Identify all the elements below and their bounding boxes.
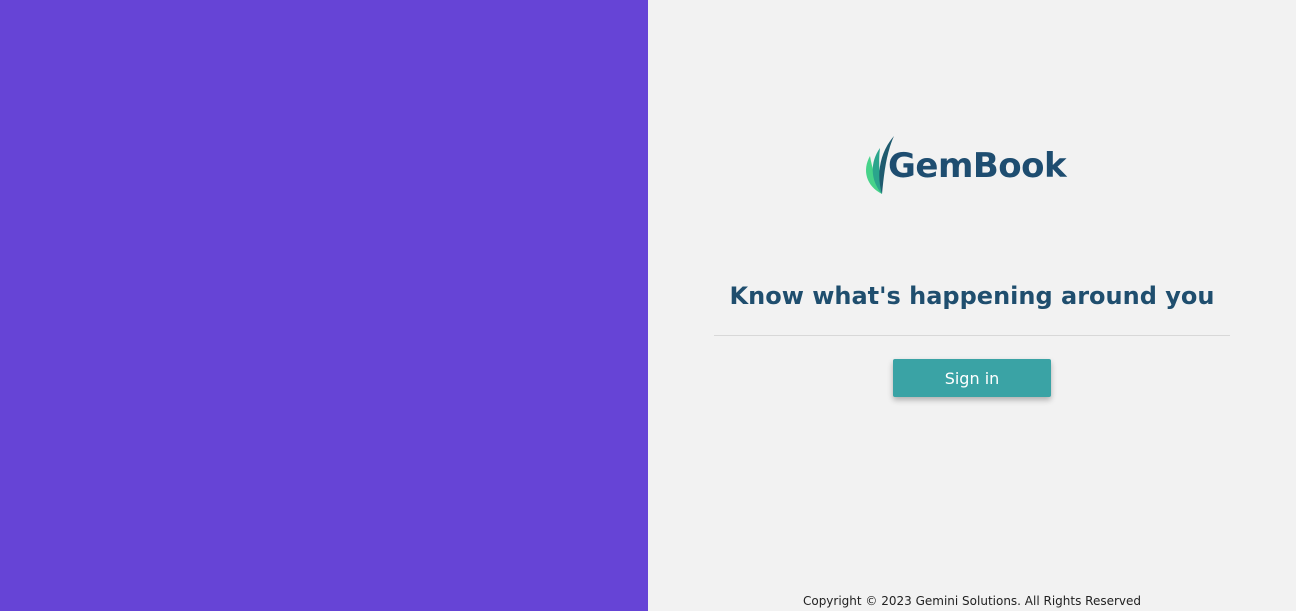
sign-in-button[interactable]: Sign in	[893, 359, 1051, 397]
copyright-text: Copyright © 2023 Gemini Solutions. All R…	[802, 594, 1142, 608]
right-login-panel: GemBook Know what's happening around you…	[648, 0, 1296, 611]
login-page: GemBook Know what's happening around you…	[0, 0, 1296, 611]
logo-text: GemBook	[888, 146, 1067, 186]
left-hero-panel	[0, 0, 648, 611]
tagline-heading: Know what's happening around you	[729, 282, 1215, 310]
divider	[714, 335, 1230, 336]
gembook-logo: GemBook	[862, 134, 1082, 198]
